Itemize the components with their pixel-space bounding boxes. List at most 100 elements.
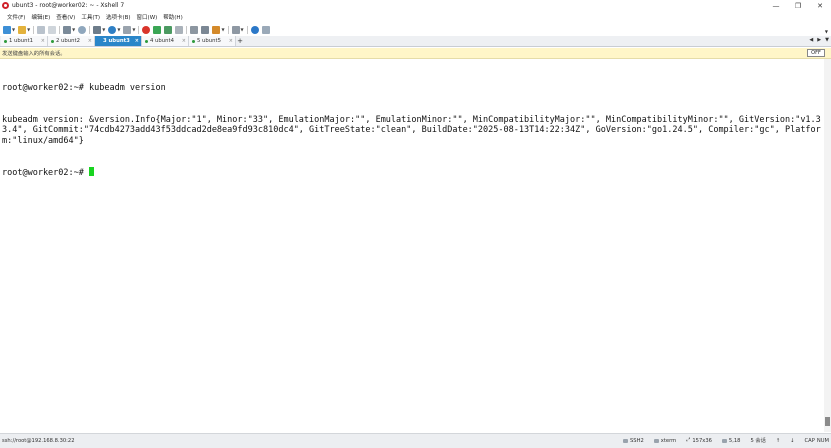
help-button[interactable] <box>250 25 259 34</box>
new-tab-button[interactable]: + <box>236 36 244 46</box>
resize-icon: ⤢ <box>686 437 691 443</box>
connect-button[interactable] <box>37 25 46 34</box>
toolbar-divider <box>89 25 91 34</box>
status-keys: CAP NUM <box>805 438 829 444</box>
properties-icon <box>63 25 72 34</box>
window-controls: — ❐ ✕ <box>765 0 831 11</box>
terminal-icon <box>653 438 659 443</box>
cursor-position-icon <box>721 438 727 443</box>
title-bar: ubunt3 - root@worker02: ~ - Xshell 7 — ❐… <box>0 0 831 11</box>
unlink-icon <box>48 25 57 34</box>
globe-icon <box>108 25 117 34</box>
close-icon[interactable]: × <box>41 38 45 44</box>
status-bar: ssh://root@192.168.8.30:22 SSH2 xterm ⤢ 1… <box>0 433 831 448</box>
terminal-scrollbar[interactable] <box>824 59 831 432</box>
menu-window[interactable]: 窗口(W) <box>134 13 161 21</box>
tab-ubunt2[interactable]: 2 ubunt2 × <box>48 36 95 46</box>
menu-tools[interactable]: 工具(T) <box>78 13 103 21</box>
xftp-button[interactable] <box>142 25 151 34</box>
status-size: ⤢ 157x36 <box>686 437 712 444</box>
connected-status-icon <box>145 39 148 43</box>
tab-ubunt4[interactable]: 4 ubunt4 × <box>142 36 189 46</box>
chevron-down-icon[interactable]: ▼ <box>825 37 829 43</box>
status-term: xterm <box>653 438 676 444</box>
menu-view[interactable]: 查看(V) <box>53 13 78 21</box>
terminal-line: kubeadm version: &version.Info{Major:"1"… <box>2 114 821 146</box>
search-icon <box>78 25 87 34</box>
tab-ubunt3[interactable]: 3 ubunt3 × <box>95 36 142 46</box>
session-tab-bar: 1 ubunt1 × 2 ubunt2 × 3 ubunt3 × 4 ubunt… <box>0 36 831 47</box>
toolbar: ▼ ▼ ▼ ▼ ▼ ▼ ▼ ▼ <box>0 23 831 36</box>
lock-button[interactable] <box>175 25 184 34</box>
compose-toggle-button[interactable]: OFF <box>807 49 825 57</box>
xftp-icon <box>142 25 151 34</box>
chat-button[interactable] <box>261 25 270 34</box>
tab-label: 4 ubunt4 <box>150 38 174 44</box>
new-session-button[interactable]: ▼ <box>3 25 16 34</box>
chevron-down-icon: ▼ <box>221 27 225 32</box>
terminal-line: root@worker02:~# kubeadm version <box>2 83 166 93</box>
chevron-left-icon[interactable]: ◀ <box>809 37 813 43</box>
compose-button[interactable]: ▼ <box>212 25 225 34</box>
toolbar-divider <box>246 25 248 34</box>
tab-ubunt1[interactable]: 1 ubunt1 × <box>1 36 48 46</box>
layout-button[interactable]: ▼ <box>231 25 244 34</box>
chevron-down-icon: ▼ <box>72 27 76 32</box>
pen-button[interactable] <box>201 25 210 34</box>
num-lock-indicator: NUM <box>816 437 829 444</box>
close-button[interactable]: ✕ <box>809 0 831 11</box>
connected-status-icon <box>192 39 195 43</box>
script-button[interactable]: ▼ <box>123 25 135 34</box>
toolbar-divider <box>33 25 35 34</box>
tab-label: 1 ubunt1 <box>9 38 33 44</box>
chevron-down-icon: ▼ <box>102 27 106 32</box>
terminal-size-label: 157x36 <box>692 437 712 444</box>
compose-hint: 发送键盘输入的所有会话。 <box>2 51 66 57</box>
link-icon <box>37 25 46 34</box>
print-button[interactable]: ▼ <box>93 25 106 34</box>
status-download: ↓ <box>790 438 794 444</box>
new-session-icon <box>3 25 11 34</box>
open-folder-button[interactable]: ▼ <box>18 25 30 34</box>
scrollbar-thumb[interactable] <box>825 417 830 426</box>
transfer-button[interactable] <box>153 25 162 34</box>
connected-status-icon <box>4 39 7 43</box>
menu-file[interactable]: 文件(F) <box>4 13 28 21</box>
restore-button[interactable]: ❐ <box>787 0 809 11</box>
caps-lock-indicator: CAP <box>804 437 815 444</box>
chat-icon <box>261 25 270 34</box>
minimize-button[interactable]: — <box>765 0 787 11</box>
close-icon[interactable]: × <box>229 38 233 44</box>
folder-icon <box>18 25 27 34</box>
close-icon[interactable]: × <box>135 38 139 44</box>
print-icon <box>93 25 102 34</box>
properties-button[interactable]: ▼ <box>63 25 76 34</box>
globe-button[interactable]: ▼ <box>108 25 120 34</box>
close-icon[interactable]: × <box>88 38 92 44</box>
connection-address: ssh://root@192.168.8.30:22 <box>2 438 75 444</box>
find-button[interactable] <box>78 25 87 34</box>
toolbar-divider <box>59 25 61 34</box>
menu-help[interactable]: 帮助(H) <box>160 13 185 21</box>
terminal-output[interactable]: root@worker02:~# kubeadm version kubeadm… <box>0 59 824 432</box>
layout-icon <box>231 25 240 34</box>
connected-status-icon <box>51 39 54 43</box>
script-icon <box>123 25 132 34</box>
session-count-label: 5 会话 <box>750 438 766 444</box>
fullscreen-button[interactable] <box>164 25 173 34</box>
chevron-down-icon: ▼ <box>240 27 244 32</box>
disconnect-button[interactable] <box>48 25 57 34</box>
cursor-position-label: 5,18 <box>728 437 741 444</box>
toolbar-overflow-icon[interactable]: ▼ <box>825 29 828 34</box>
close-icon[interactable]: × <box>182 38 186 44</box>
menu-tab[interactable]: 选项卡(B) <box>103 13 134 21</box>
menu-edit[interactable]: 编辑(E) <box>28 13 53 21</box>
keyboard-button[interactable] <box>190 25 199 34</box>
tab-label: 5 ubunt5 <box>197 38 221 44</box>
tab-ubunt5[interactable]: 5 ubunt5 × <box>189 36 236 46</box>
help-icon <box>250 25 259 34</box>
chevron-right-icon[interactable]: ▶ <box>817 37 821 43</box>
download-arrow-icon: ↓ <box>790 437 795 444</box>
chevron-down-icon: ▼ <box>12 27 16 32</box>
terminal-cursor <box>89 167 94 176</box>
